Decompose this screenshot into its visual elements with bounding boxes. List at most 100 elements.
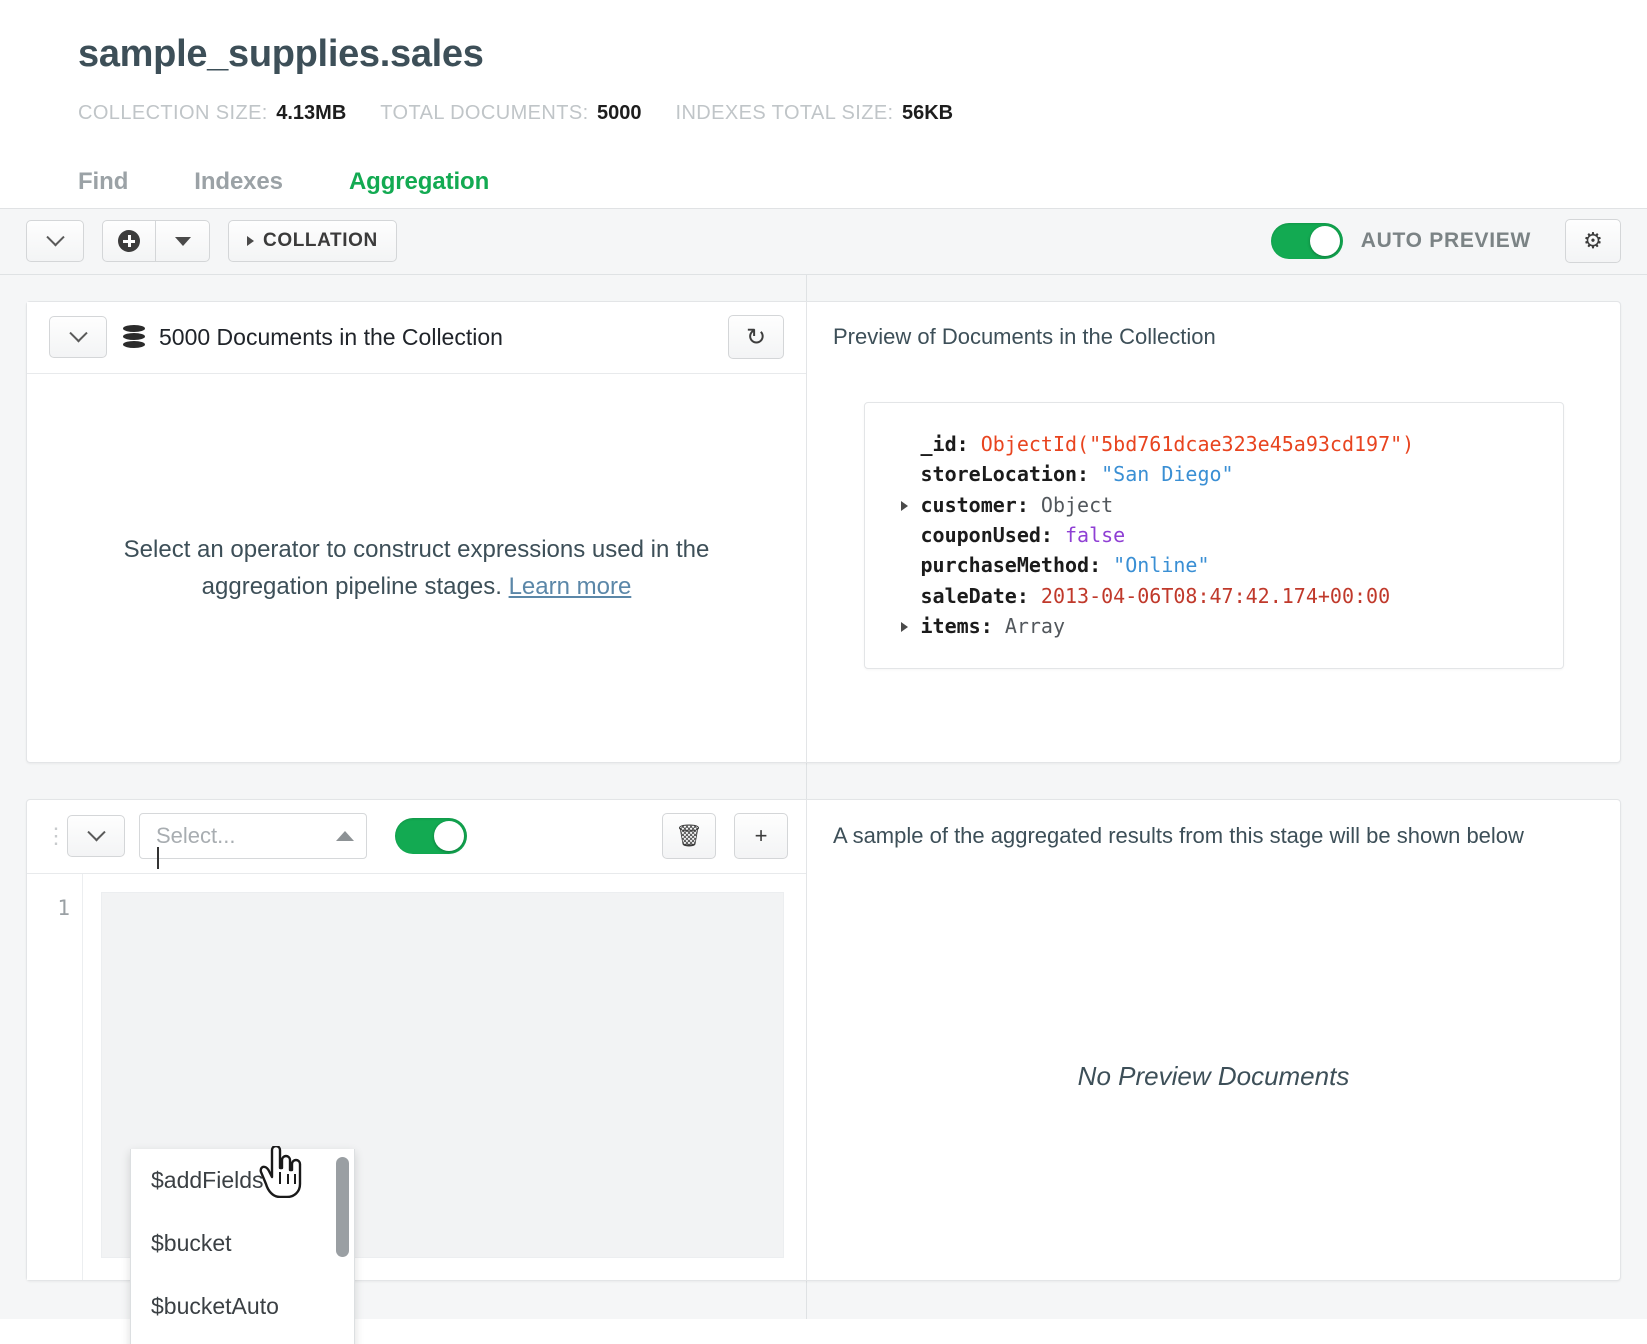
document-card: _id: ObjectId("5bd761dcae323e45a93cd197"… [864,402,1564,669]
document-field-row[interactable]: items: Array [899,611,1529,641]
operator-empty-state: Select an operator to construct expressi… [27,374,806,762]
collation-label: COLLATION [263,230,378,252]
field-value: false [1065,523,1125,547]
collection-tabs: Find Indexes Aggregation [0,151,1647,209]
add-stage-dropdown-button[interactable] [156,220,210,262]
preview-header-label: Preview of Documents in the Collection [807,302,1620,374]
stat-value: 4.13MB [276,102,346,124]
field-value: Object [1041,493,1113,517]
stage-operator-placeholder: Select... [156,823,336,849]
stat-label: COLLECTION SIZE: [78,102,268,124]
collection-stage-header: 5000 Documents in the Collection ↻ [27,302,806,374]
field-separator: : [1077,462,1101,486]
triangle-right-icon [247,236,254,246]
pipeline-stage-header: ⋮⋮ Select... [27,800,806,874]
empty-message-line1: Select an operator to construct expressi… [124,536,710,563]
learn-more-link[interactable]: Learn more [509,573,632,600]
document-field-row: _id: ObjectId("5bd761dcae323e45a93cd197"… [899,429,1529,459]
stat-value: 56KB [902,102,953,124]
dropdown-scrollbar[interactable] [336,1157,349,1257]
collapse-stage-button[interactable] [49,316,107,358]
stage-enabled-toggle[interactable] [395,818,467,854]
dropdown-option-collstats[interactable]: $collStats [131,1338,354,1344]
add-stage-after-button[interactable]: + [734,813,788,859]
field-key: customer [921,493,1017,517]
mouse-pointer-hand-icon [258,1146,302,1198]
field-separator: : [1017,493,1041,517]
chevron-down-icon [87,823,105,841]
field-value: "Online" [1113,553,1209,577]
pipeline-menu-button[interactable] [26,220,84,262]
field-key: storeLocation [921,462,1078,486]
field-key: couponUsed [921,523,1041,547]
field-key: purchaseMethod [921,553,1090,577]
document-field-row: purchaseMethod: "Online" [899,550,1529,580]
collection-header: sample_supplies.sales COLLECTION SIZE: 4… [0,0,1647,125]
stage-operator-select[interactable]: Select... [139,813,367,859]
tab-find[interactable]: Find [78,168,128,208]
field-separator: : [981,614,1005,638]
field-separator: : [1089,553,1113,577]
refresh-button[interactable]: ↻ [728,315,784,359]
stage-actions: 🗑 + [644,813,788,859]
auto-preview-toggle[interactable] [1271,223,1343,259]
triangle-down-icon [175,237,191,246]
page-title: sample_supplies.sales [78,34,1647,76]
plus-circle-icon [118,230,140,252]
chevron-down-icon [69,324,87,342]
documents-count-label: 5000 Documents in the Collection [159,324,503,351]
stat-collection-size: COLLECTION SIZE: 4.13MB [78,102,346,125]
stage-operator-select-wrapper: Select... [139,813,367,859]
tab-indexes[interactable]: Indexes [194,168,283,208]
field-key: saleDate [921,584,1017,608]
database-icon [123,324,145,350]
field-value: ObjectId("5bd761dcae323e45a93cd197") [981,432,1414,456]
collapse-stage-button[interactable] [67,815,125,857]
stat-total-documents: TOTAL DOCUMENTS: 5000 [380,102,641,125]
field-key: _id [921,432,957,456]
editor-gutter: 1 [27,874,83,1280]
add-stage-button[interactable] [102,220,156,262]
operator-dropdown-menu[interactable]: $addFields $bucket $bucketAuto $collStat… [130,1149,355,1344]
drag-handle-icon[interactable]: ⋮⋮ [45,823,67,849]
dropdown-option-bucket[interactable]: $bucket [131,1212,354,1275]
stat-label: INDEXES TOTAL SIZE: [675,102,893,124]
tab-aggregation[interactable]: Aggregation [349,168,489,208]
expand-caret-icon[interactable] [901,501,908,511]
refresh-icon: ↻ [746,323,766,352]
empty-state-message: Select an operator to construct expressi… [124,531,710,605]
chevron-down-icon [46,228,64,246]
gear-icon: ⚙ [1583,230,1603,252]
compass-aggregation-window: sample_supplies.sales COLLECTION SIZE: 4… [0,0,1647,1344]
pipeline-body: 5000 Documents in the Collection ↻ Selec… [0,275,1647,1319]
field-separator: : [1017,584,1041,608]
add-stage-button-group [102,220,210,262]
document-field-row[interactable]: customer: Object [899,490,1529,520]
document-field-row: saleDate: 2013-04-06T08:47:42.174+00:00 [899,581,1529,611]
field-separator: : [1041,523,1065,547]
chevron-up-icon[interactable] [336,831,354,841]
toggle-knob [434,821,464,851]
collection-stage-left: 5000 Documents in the Collection ↻ Selec… [27,302,807,762]
toolbar-right-group: AUTO PREVIEW ⚙ [1271,219,1621,263]
auto-preview-label: AUTO PREVIEW [1361,229,1531,253]
stat-label: TOTAL DOCUMENTS: [380,102,588,124]
field-value: Array [1005,614,1065,638]
field-separator: : [957,432,981,456]
document-field-row: couponUsed: false [899,520,1529,550]
settings-button[interactable]: ⚙ [1565,219,1621,263]
collation-button[interactable]: COLLATION [228,220,397,262]
dropdown-option-bucketauto[interactable]: $bucketAuto [131,1275,354,1338]
document-field-row: storeLocation: "San Diego" [899,459,1529,489]
delete-stage-button[interactable]: 🗑 [662,813,716,859]
collection-stats: COLLECTION SIZE: 4.13MB TOTAL DOCUMENTS:… [78,102,1647,125]
plus-icon: + [755,823,768,849]
document-preview-area: _id: ObjectId("5bd761dcae323e45a93cd197"… [807,374,1620,762]
field-value: 2013-04-06T08:47:42.174+00:00 [1041,584,1390,608]
empty-message-line2: aggregation pipeline stages. [202,573,502,600]
dropdown-option-addfields[interactable]: $addFields [131,1149,354,1212]
line-number: 1 [57,896,70,920]
expand-caret-icon[interactable] [901,622,908,632]
field-key: items [921,614,981,638]
stage-results-header: A sample of the aggregated results from … [807,800,1620,874]
